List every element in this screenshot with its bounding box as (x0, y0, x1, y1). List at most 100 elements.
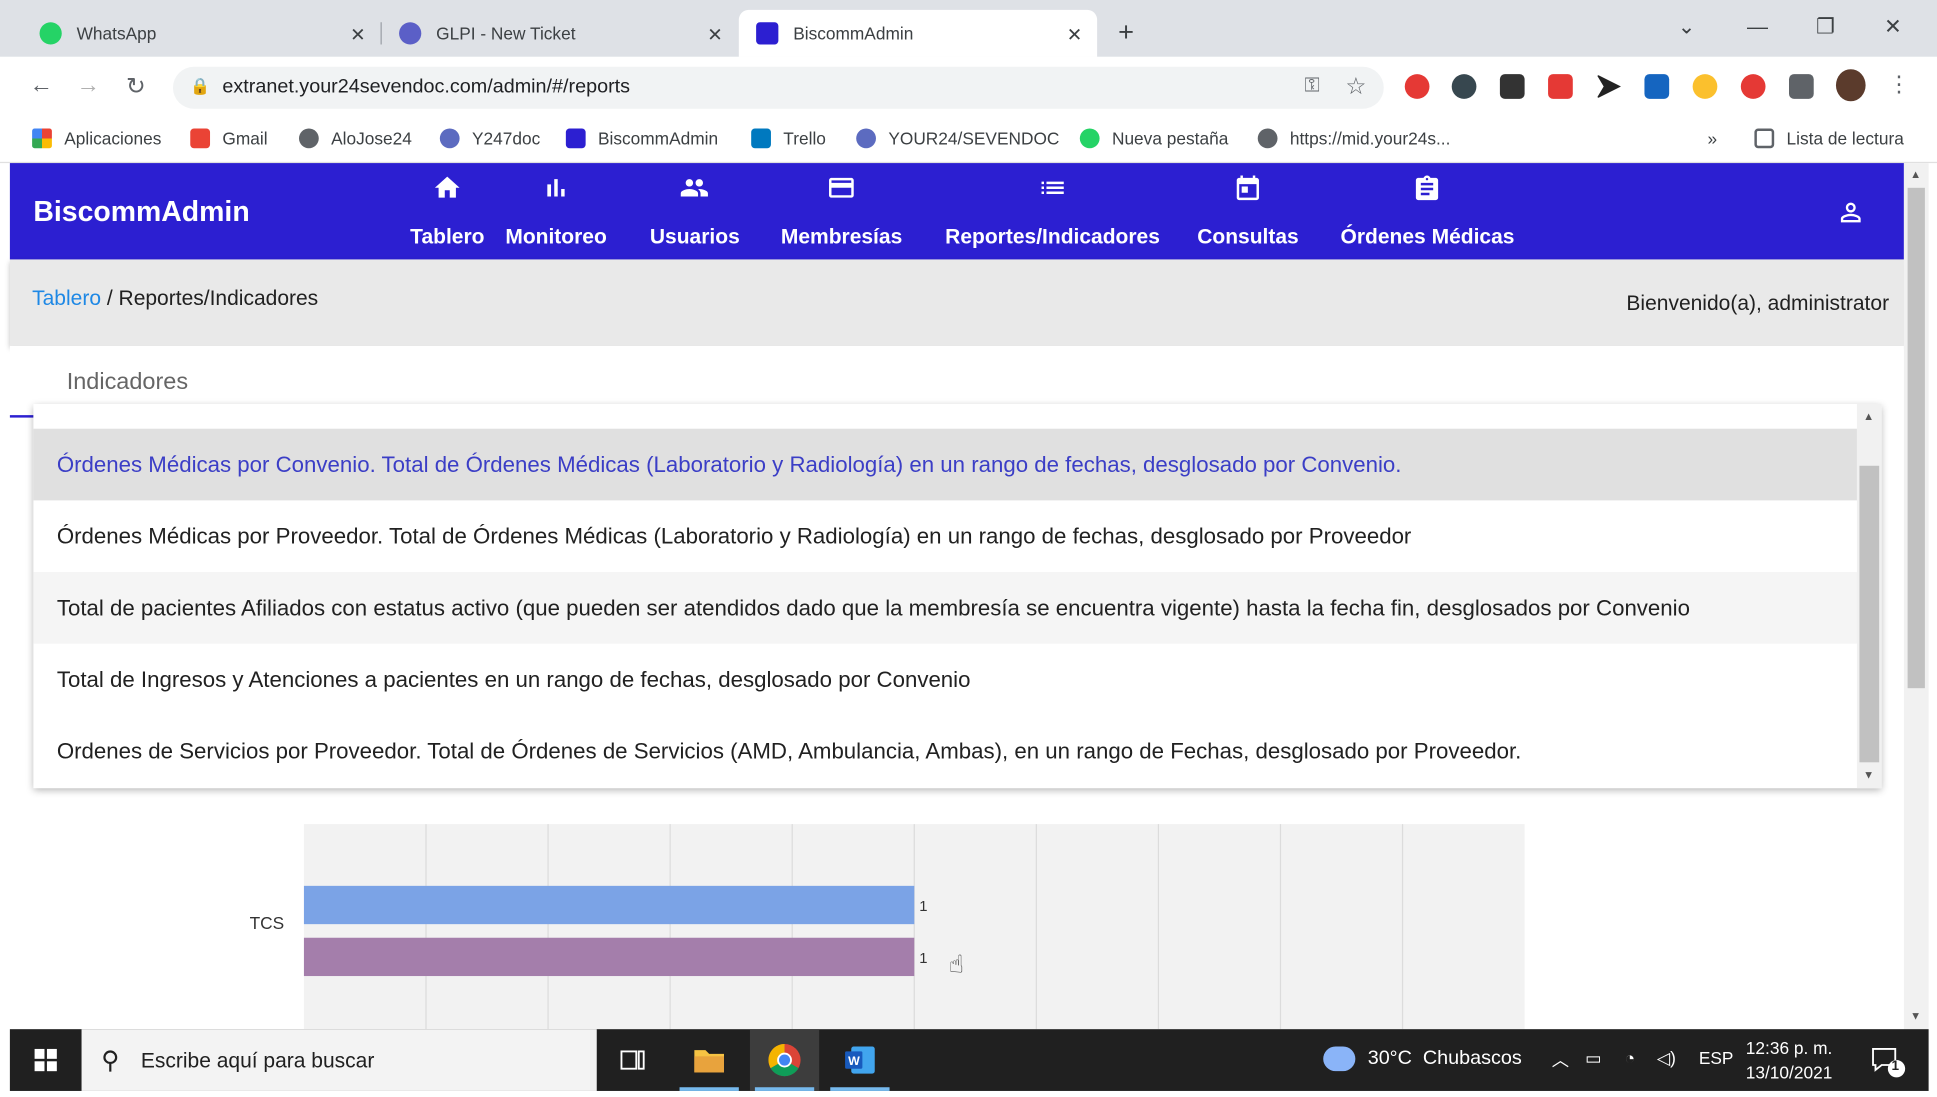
close-window-icon[interactable]: ✕ (1884, 15, 1902, 40)
back-icon[interactable]: ← (30, 73, 53, 100)
weather-widget[interactable]: 30°C Chubascos (1323, 1046, 1522, 1072)
bookmark-label: Nueva pestaña (1111, 128, 1229, 149)
battery-icon[interactable]: ▭ (1585, 1048, 1601, 1069)
file-explorer-button[interactable] (675, 1029, 744, 1091)
bookmark-item[interactable]: Trello (751, 128, 826, 149)
avatar[interactable] (1835, 69, 1866, 102)
dropdown-scrollbar[interactable]: ▲ ▼ (1856, 404, 1882, 789)
forward-icon[interactable]: → (77, 73, 100, 100)
chrome-button[interactable] (749, 1029, 820, 1091)
running-indicator (679, 1087, 739, 1091)
menu-icon[interactable]: ⋮ (1888, 72, 1910, 98)
extension-icon[interactable] (1499, 74, 1525, 99)
page-scrollbar[interactable]: ▲ ▼ (1903, 163, 1929, 1030)
browser-tab-whatsapp[interactable]: WhatsApp ✕ (22, 10, 380, 57)
bookmark-item[interactable]: Nueva pestaña (1079, 128, 1229, 149)
extension-icon[interactable] (1644, 74, 1670, 99)
app-header: BiscommAdmin Tablero Monitoreo Usuarios … (9, 163, 1904, 260)
url-text[interactable]: extranet.your24sevendoc.com/admin/#/repo… (222, 77, 630, 99)
more-bookmarks-button[interactable]: » (1707, 128, 1717, 148)
restore-icon[interactable]: ❐ (1816, 15, 1835, 40)
bar-chart-icon (541, 173, 571, 205)
credit-card-icon (824, 173, 859, 205)
word-button[interactable]: W (825, 1029, 894, 1091)
glpi-icon (399, 22, 422, 45)
dropdown-option[interactable]: Órdenes Médicas por Convenio. Total de Ó… (33, 428, 1857, 501)
nav-usuarios[interactable]: Usuarios (650, 163, 740, 259)
bookmark-label: Aplicaciones (64, 128, 162, 149)
tab-indicadores[interactable]: Indicadores (67, 369, 188, 396)
minimize-icon[interactable]: — (1747, 15, 1768, 40)
word-icon: W (845, 1046, 875, 1074)
chart-category-label: TCS (250, 913, 285, 933)
scroll-up-icon[interactable]: ▲ (1863, 410, 1874, 422)
language-indicator[interactable]: ESP (1699, 1048, 1734, 1068)
start-button[interactable] (10, 1029, 82, 1091)
bookmark-item[interactable]: Aplicaciones (32, 128, 162, 149)
extension-icon[interactable] (1548, 74, 1573, 99)
bookmark-item[interactable]: Gmail (190, 128, 268, 149)
search-placeholder[interactable]: Escribe aquí para buscar (141, 1049, 375, 1074)
puzzle-icon[interactable] (1789, 74, 1814, 99)
lock-icon[interactable]: 🔒 (190, 77, 210, 97)
bookmark-item[interactable]: YOUR24/SEVENDOC (856, 128, 1059, 149)
taskbar-search[interactable]: ⚲ Escribe aquí para buscar (81, 1029, 597, 1091)
dropdown-option[interactable]: Total de Ingresos y Atenciones a pacient… (33, 644, 1857, 716)
extension-icon[interactable] (1692, 74, 1718, 99)
bookmark-item[interactable]: AloJose24 (298, 128, 412, 149)
bookmark-label: AloJose24 (331, 128, 412, 149)
nav-label: Tablero (410, 224, 485, 249)
people-icon (676, 173, 713, 205)
nav-consultas[interactable]: Consultas (1197, 163, 1299, 259)
close-tab-icon[interactable]: ✕ (1067, 23, 1083, 46)
nav-label: Monitoreo (505, 224, 607, 249)
nav-label: Consultas (1197, 224, 1299, 249)
chart-data-label: 1 (919, 951, 927, 967)
dropdown-option[interactable]: Total de pacientes Afiliados con estatus… (33, 572, 1857, 644)
task-view-button[interactable] (598, 1029, 667, 1091)
notification-button[interactable]: 1 (1869, 1044, 1906, 1079)
scroll-down-icon[interactable]: ▼ (1910, 1009, 1921, 1021)
scroll-up-icon[interactable]: ▲ (1910, 168, 1921, 180)
brand-title[interactable]: BiscommAdmin (33, 195, 249, 228)
dropdown-option[interactable]: Órdenes Médicas por Proveedor. Total de … (33, 500, 1857, 572)
bookmark-item[interactable]: https://mid.your24s... (1257, 128, 1450, 149)
key-icon[interactable]: ⚿ (1304, 75, 1319, 97)
system-clock[interactable]: 12:36 p. m. 13/10/2021 (1746, 1035, 1833, 1084)
option-label: Total de Ingresos y Atenciones a pacient… (56, 666, 971, 692)
bookmark-star-icon[interactable]: ☆ (1345, 73, 1366, 101)
extension-icon[interactable] (1596, 74, 1621, 99)
breadcrumb-link-tablero[interactable]: Tablero (32, 287, 101, 310)
close-tab-icon[interactable]: ✕ (350, 23, 366, 46)
browser-tab-glpi[interactable]: GLPI - New Ticket ✕ (382, 10, 738, 57)
account-icon[interactable] (1836, 196, 1866, 228)
task-view-icon (620, 1050, 645, 1070)
reload-icon[interactable]: ↻ (126, 73, 146, 101)
scroll-down-icon[interactable]: ▼ (1863, 768, 1874, 780)
browser-tab-biscommadmin[interactable]: BiscommAdmin ✕ (738, 9, 1098, 57)
apps-grid-icon (32, 128, 52, 149)
bookmark-item[interactable]: Y247doc (439, 128, 540, 149)
new-tab-icon[interactable]: + (1118, 16, 1134, 48)
report-select-dropdown[interactable]: Órdenes Médicas por Convenio. Total de Ó… (33, 404, 1882, 789)
nav-ordenes-medicas[interactable]: Órdenes Médicas (1341, 163, 1514, 259)
extension-icon[interactable] (1740, 74, 1766, 99)
nav-tablero[interactable]: Tablero (410, 163, 484, 259)
volume-icon[interactable]: ◁) (1657, 1048, 1676, 1069)
nav-monitoreo[interactable]: Monitoreo (505, 163, 607, 259)
tab-search-icon[interactable]: ⌄ (1678, 15, 1696, 40)
extension-icon[interactable] (1451, 74, 1477, 99)
scrollbar-thumb[interactable] (1859, 465, 1880, 763)
browser-tab-strip: WhatsApp ✕ GLPI - New Ticket ✕ BiscommAd… (0, 0, 1937, 57)
dropdown-option[interactable]: Ordenes de Servicios por Proveedor. Tota… (33, 715, 1857, 787)
wifi-icon[interactable]: ◔ (1625, 1048, 1635, 1068)
nav-membresias[interactable]: Membresías (781, 163, 902, 259)
scrollbar-thumb[interactable] (1907, 187, 1925, 689)
extension-icon[interactable] (1404, 74, 1430, 99)
address-bar[interactable]: 🔒 extranet.your24sevendoc.com/admin/#/re… (172, 66, 1384, 109)
bookmark-item[interactable]: BiscommAdmin (565, 128, 718, 149)
nav-reportes[interactable]: Reportes/Indicadores (945, 163, 1160, 259)
chevron-up-icon[interactable]: ︿ (1552, 1048, 1569, 1073)
close-tab-icon[interactable]: ✕ (707, 23, 723, 46)
reading-list-button[interactable]: Lista de lectura (1754, 128, 1904, 149)
